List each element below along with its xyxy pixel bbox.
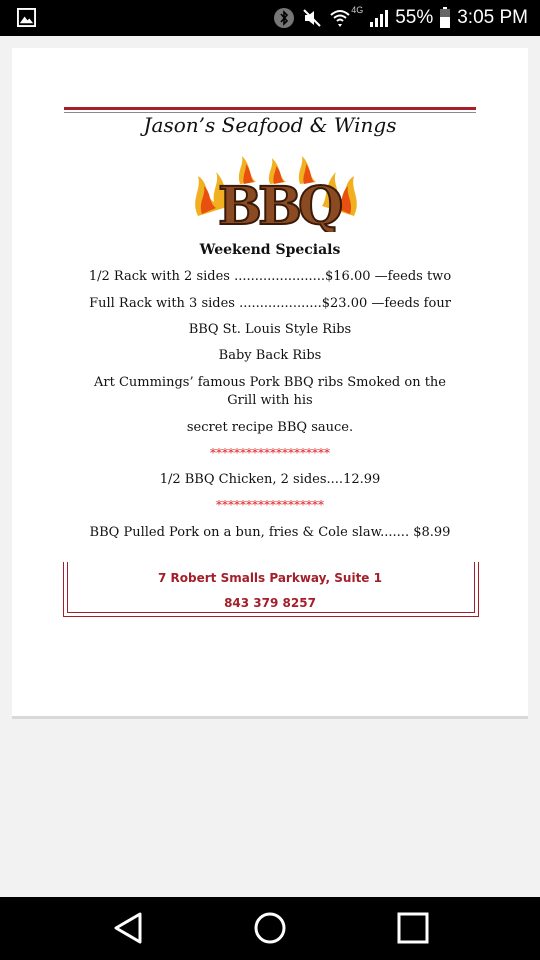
menu-description-line-2: Grill with his — [227, 393, 313, 408]
gallery-icon — [17, 8, 36, 27]
header-rule — [64, 107, 476, 110]
menu-card: Jason’s Seafood & Wings B B Q Weekend Sp… — [12, 48, 528, 716]
menu-item-bbq-chicken: 1/2 BBQ Chicken, 2 sides....12.99 — [159, 472, 381, 487]
menu-item-pulled-pork: BBQ Pulled Pork on a bun, fries & Cole s… — [89, 525, 451, 540]
bluetooth-icon — [274, 8, 295, 28]
logo-letter-q: Q — [298, 176, 343, 232]
battery-percent: 55% — [395, 7, 434, 28]
recents-button[interactable] — [396, 911, 430, 945]
home-button[interactable] — [253, 911, 287, 945]
card-bottom-edge — [12, 716, 528, 719]
menu-item-st-louis-ribs: BBQ St. Louis Style Ribs — [188, 322, 352, 337]
logo-letter-b1: B — [218, 176, 262, 232]
restaurant-title: Jason’s Seafood & Wings — [143, 113, 397, 137]
bbq-flame-logo: B B Q — [195, 156, 357, 232]
star-divider: ****************** — [216, 498, 324, 512]
mute-icon — [303, 9, 321, 27]
menu-description-line-3: secret recipe BBQ sauce. — [186, 420, 354, 435]
status-bar: 4G 55% 3:05 PM — [0, 0, 540, 36]
menu-item-full-rack: Full Rack with 3 sides .................… — [89, 296, 451, 311]
clock: 3:05 PM — [457, 7, 528, 28]
home-icon — [254, 912, 286, 944]
specials-heading: Weekend Specials — [199, 242, 341, 258]
battery-icon — [440, 7, 451, 28]
logo-letter-b2: B — [258, 176, 302, 232]
back-icon — [114, 912, 142, 944]
network-type-label: 4G — [351, 5, 364, 15]
star-divider: ******************** — [210, 446, 330, 460]
navigation-bar — [0, 897, 540, 960]
back-button[interactable] — [112, 911, 144, 945]
menu-item-half-rack: 1/2 Rack with 2 sides ..................… — [88, 269, 452, 284]
recents-icon — [397, 912, 429, 944]
menu-description-line-1: Art Cummings’ famous Pork BBQ ribs Smoke… — [94, 375, 446, 390]
phone-text: 843 379 8257 — [224, 596, 316, 610]
menu-item-baby-back-ribs: Baby Back Ribs — [218, 348, 322, 363]
signal-icon — [370, 10, 389, 27]
wifi-icon — [330, 10, 350, 27]
address-text: 7 Robert Smalls Parkway, Suite 1 — [158, 571, 382, 585]
